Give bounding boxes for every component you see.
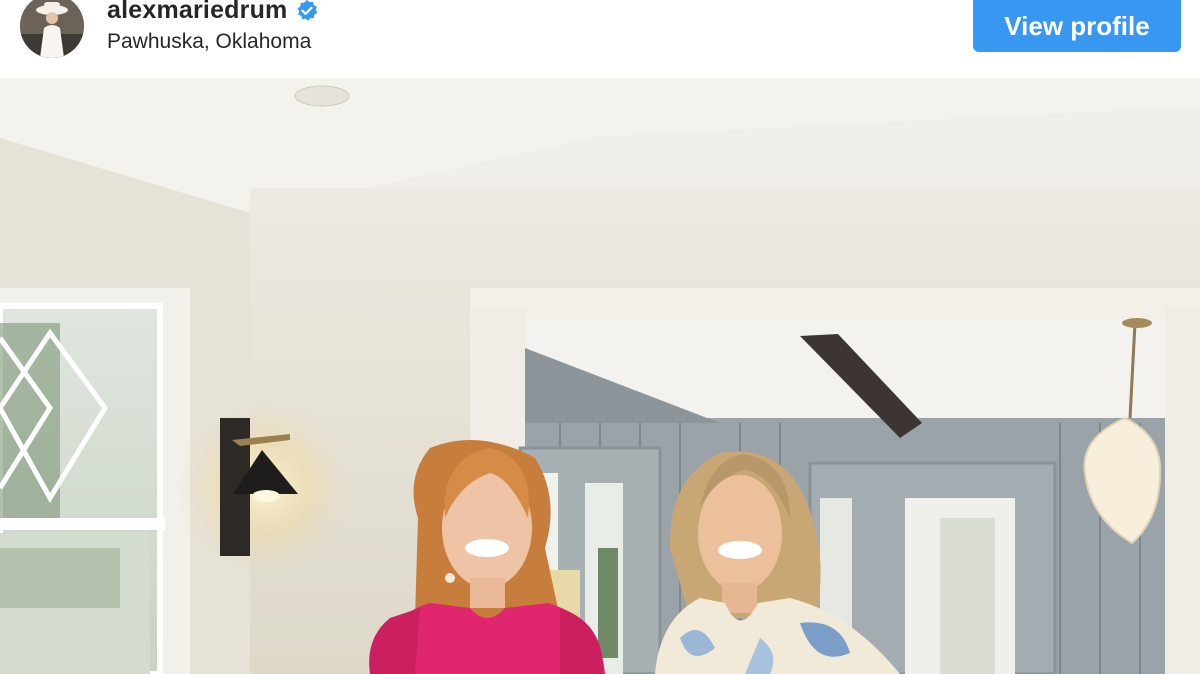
post-header: alexmariedrum Pawhuska, Oklahoma View pr… xyxy=(0,0,1200,80)
username-link[interactable]: alexmariedrum xyxy=(107,0,287,25)
post-photo-illustration xyxy=(0,78,1200,674)
post-photo xyxy=(0,78,1200,674)
location-link[interactable]: Pawhuska, Oklahoma xyxy=(107,30,311,54)
verified-badge-icon xyxy=(295,0,319,23)
profile-avatar[interactable] xyxy=(20,0,84,58)
username-row: alexmariedrum xyxy=(107,0,319,25)
view-profile-button[interactable]: View profile xyxy=(973,0,1181,52)
